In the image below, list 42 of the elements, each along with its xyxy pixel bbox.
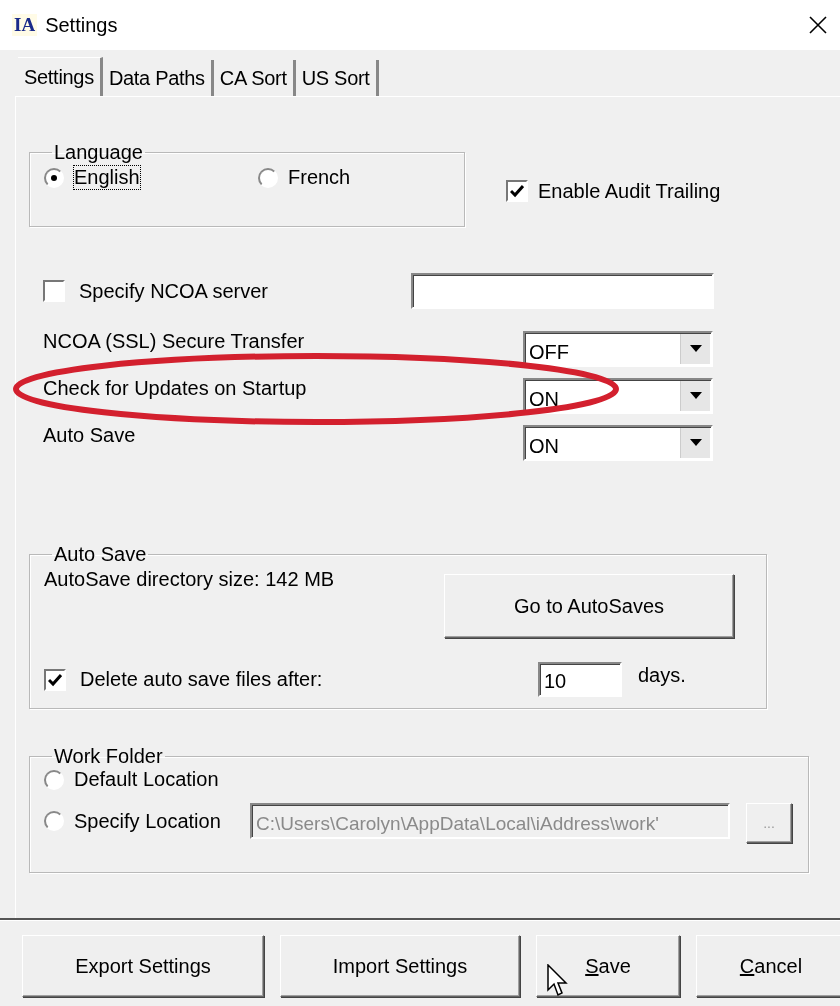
dropdown[interactable]: OFF	[523, 331, 713, 367]
checkbox-label: Enable Audit Trailing	[538, 179, 721, 203]
radio-label: French	[288, 166, 351, 189]
radio-button[interactable]	[44, 769, 64, 790]
mouse-pointer-icon	[547, 964, 568, 997]
window-title: Settings	[45, 13, 119, 37]
group-title: Language	[53, 141, 144, 164]
radio-label: English	[74, 166, 140, 189]
server-field[interactable]	[411, 273, 714, 309]
checkbox-label: Delete auto save files after:	[80, 668, 323, 691]
go-to-autosaves-button[interactable]: Go to AutoSaves	[444, 574, 734, 638]
dropdown-arrow-icon	[689, 392, 702, 400]
checkbox[interactable]	[43, 280, 65, 302]
radio-label: Specify Location	[74, 809, 221, 833]
days-unit: days.	[638, 664, 686, 687]
radio-label: Default Location	[74, 768, 219, 791]
dropdown-arrow-icon	[689, 439, 702, 447]
dropdown[interactable]: ON	[523, 378, 713, 414]
check-icon	[48, 672, 62, 687]
close-icon[interactable]	[808, 15, 828, 35]
checkbox[interactable]	[506, 180, 528, 202]
option-label: Check for Updates on Startup	[43, 378, 308, 398]
checkbox[interactable]	[44, 668, 66, 691]
radio-button[interactable]	[258, 167, 278, 188]
dropdown[interactable]: ON	[523, 425, 713, 461]
checkbox-label: Specify NCOA server	[79, 279, 268, 303]
directory-size-text: AutoSave directory size: 142 MB	[44, 568, 336, 591]
group-title: Auto Save	[53, 543, 148, 566]
dialog-button[interactable]: Save	[536, 935, 680, 997]
days-field[interactable]: 10	[538, 662, 622, 697]
radio-button[interactable]	[44, 167, 64, 188]
option-label: NCOA (SSL) Secure Transfer	[43, 331, 306, 351]
app-logo: IA	[12, 14, 38, 36]
dropdown-arrow-icon	[689, 345, 702, 353]
dialog-button[interactable]: Export Settings	[22, 935, 264, 997]
dialog-button[interactable]: Import Settings	[280, 935, 520, 997]
group-title: Work Folder	[53, 745, 164, 768]
dialog-button[interactable]: Cancel	[696, 935, 840, 997]
tab[interactable]: Settings	[18, 57, 103, 97]
check-icon	[510, 184, 524, 198]
option-label: Auto Save	[43, 425, 137, 445]
radio-button[interactable]	[44, 811, 64, 831]
